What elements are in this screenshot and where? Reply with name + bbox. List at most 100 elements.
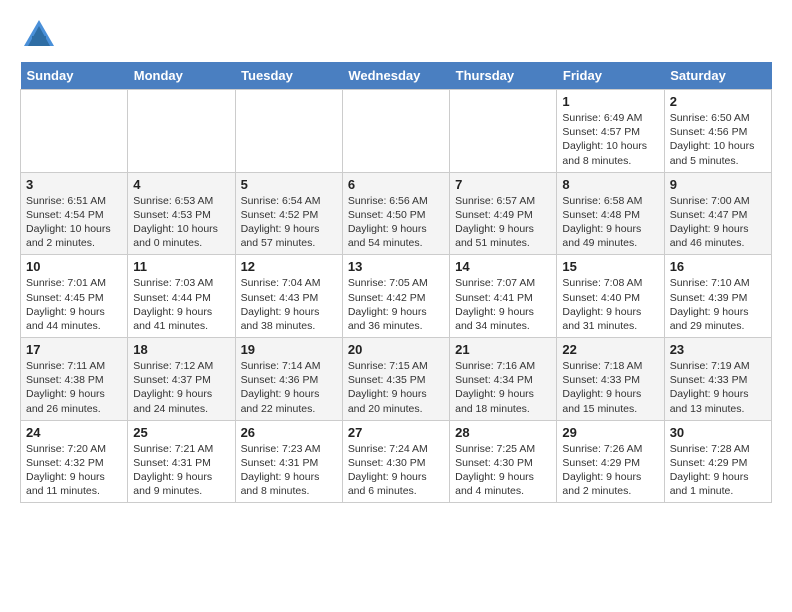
day-info: Sunrise: 6:49 AM Sunset: 4:57 PM Dayligh… — [562, 111, 658, 168]
day-number: 20 — [348, 342, 444, 357]
day-number: 10 — [26, 259, 122, 274]
logo — [20, 16, 62, 54]
col-header-monday: Monday — [128, 62, 235, 90]
calendar-cell: 10 Sunrise: 7:01 AM Sunset: 4:45 PM Dayli… — [21, 255, 128, 338]
col-header-friday: Friday — [557, 62, 664, 90]
calendar-cell: 18Sunrise: 7:12 AM Sunset: 4:37 PM Dayli… — [128, 338, 235, 421]
calendar-cell: 7 Sunrise: 6:57 AM Sunset: 4:49 PM Daylig… — [450, 172, 557, 255]
calendar-week-1: 1 Sunrise: 6:49 AM Sunset: 4:57 PM Daylig… — [21, 90, 772, 173]
day-number: 30 — [670, 425, 766, 440]
day-info: Sunrise: 6:50 AM Sunset: 4:56 PM Dayligh… — [670, 111, 766, 168]
day-number: 13 — [348, 259, 444, 274]
day-info: Sunrise: 7:12 AM Sunset: 4:37 PM Dayligh… — [133, 359, 229, 416]
calendar-cell: 20 Sunrise: 7:15 AM Sunset: 4:35 PM Dayli… — [342, 338, 449, 421]
day-number: 24 — [26, 425, 122, 440]
calendar-cell — [235, 90, 342, 173]
calendar-cell: 30 Sunrise: 7:28 AM Sunset: 4:29 PM Dayli… — [664, 420, 771, 503]
day-number: 15 — [562, 259, 658, 274]
day-info: Sunrise: 7:07 AM Sunset: 4:41 PM Dayligh… — [455, 276, 551, 333]
day-info: Sunrise: 6:51 AM Sunset: 4:54 PM Dayligh… — [26, 194, 122, 251]
day-number: 22 — [562, 342, 658, 357]
day-number: 6 — [348, 177, 444, 192]
day-number: 4 — [133, 177, 229, 192]
day-number: 29 — [562, 425, 658, 440]
calendar-cell: 27 Sunrise: 7:24 AM Sunset: 4:30 PM Dayli… — [342, 420, 449, 503]
calendar-cell: 14 Sunrise: 7:07 AM Sunset: 4:41 PM Dayli… — [450, 255, 557, 338]
calendar-cell: 17 Sunrise: 7:11 AM Sunset: 4:38 PM Dayli… — [21, 338, 128, 421]
page-header — [20, 16, 772, 54]
day-number: 8 — [562, 177, 658, 192]
day-number: 28 — [455, 425, 551, 440]
calendar-week-5: 24 Sunrise: 7:20 AM Sunset: 4:32 PM Dayli… — [21, 420, 772, 503]
col-header-thursday: Thursday — [450, 62, 557, 90]
day-info: Sunrise: 7:26 AM Sunset: 4:29 PM Dayligh… — [562, 442, 658, 499]
day-info: Sunrise: 7:00 AM Sunset: 4:47 PM Dayligh… — [670, 194, 766, 251]
day-info: Sunrise: 7:20 AM Sunset: 4:32 PM Dayligh… — [26, 442, 122, 499]
col-header-saturday: Saturday — [664, 62, 771, 90]
day-number: 1 — [562, 94, 658, 109]
day-number: 25 — [133, 425, 229, 440]
calendar-cell: 1 Sunrise: 6:49 AM Sunset: 4:57 PM Daylig… — [557, 90, 664, 173]
calendar-header-row: SundayMondayTuesdayWednesdayThursdayFrid… — [21, 62, 772, 90]
day-number: 7 — [455, 177, 551, 192]
calendar-week-2: 3Sunrise: 6:51 AM Sunset: 4:54 PM Daylig… — [21, 172, 772, 255]
day-info: Sunrise: 7:28 AM Sunset: 4:29 PM Dayligh… — [670, 442, 766, 499]
day-info: Sunrise: 7:18 AM Sunset: 4:33 PM Dayligh… — [562, 359, 658, 416]
day-number: 12 — [241, 259, 337, 274]
day-info: Sunrise: 7:16 AM Sunset: 4:34 PM Dayligh… — [455, 359, 551, 416]
calendar-cell — [21, 90, 128, 173]
calendar-cell: 28Sunrise: 7:25 AM Sunset: 4:30 PM Dayli… — [450, 420, 557, 503]
col-header-wednesday: Wednesday — [342, 62, 449, 90]
day-info: Sunrise: 7:03 AM Sunset: 4:44 PM Dayligh… — [133, 276, 229, 333]
day-info: Sunrise: 7:14 AM Sunset: 4:36 PM Dayligh… — [241, 359, 337, 416]
day-number: 5 — [241, 177, 337, 192]
day-info: Sunrise: 7:01 AM Sunset: 4:45 PM Dayligh… — [26, 276, 122, 333]
day-info: Sunrise: 7:23 AM Sunset: 4:31 PM Dayligh… — [241, 442, 337, 499]
col-header-sunday: Sunday — [21, 62, 128, 90]
calendar-cell: 19 Sunrise: 7:14 AM Sunset: 4:36 PM Dayli… — [235, 338, 342, 421]
calendar-cell: 6 Sunrise: 6:56 AM Sunset: 4:50 PM Daylig… — [342, 172, 449, 255]
calendar-cell: 23 Sunrise: 7:19 AM Sunset: 4:33 PM Dayli… — [664, 338, 771, 421]
day-info: Sunrise: 6:56 AM Sunset: 4:50 PM Dayligh… — [348, 194, 444, 251]
calendar-cell: 25 Sunrise: 7:21 AM Sunset: 4:31 PM Dayli… — [128, 420, 235, 503]
calendar-cell — [450, 90, 557, 173]
day-info: Sunrise: 7:15 AM Sunset: 4:35 PM Dayligh… — [348, 359, 444, 416]
calendar-cell: 3Sunrise: 6:51 AM Sunset: 4:54 PM Daylig… — [21, 172, 128, 255]
logo-icon — [20, 16, 58, 54]
day-number: 23 — [670, 342, 766, 357]
day-info: Sunrise: 7:10 AM Sunset: 4:39 PM Dayligh… — [670, 276, 766, 333]
calendar-cell: 16 Sunrise: 7:10 AM Sunset: 4:39 PM Dayli… — [664, 255, 771, 338]
calendar-cell: 8 Sunrise: 6:58 AM Sunset: 4:48 PM Daylig… — [557, 172, 664, 255]
day-info: Sunrise: 7:05 AM Sunset: 4:42 PM Dayligh… — [348, 276, 444, 333]
day-number: 2 — [670, 94, 766, 109]
day-info: Sunrise: 7:11 AM Sunset: 4:38 PM Dayligh… — [26, 359, 122, 416]
calendar-cell: 22 Sunrise: 7:18 AM Sunset: 4:33 PM Dayli… — [557, 338, 664, 421]
calendar-cell: 26 Sunrise: 7:23 AM Sunset: 4:31 PM Dayli… — [235, 420, 342, 503]
day-number: 9 — [670, 177, 766, 192]
calendar-cell: 21Sunrise: 7:16 AM Sunset: 4:34 PM Dayli… — [450, 338, 557, 421]
calendar-cell — [128, 90, 235, 173]
day-info: Sunrise: 6:57 AM Sunset: 4:49 PM Dayligh… — [455, 194, 551, 251]
day-info: Sunrise: 7:19 AM Sunset: 4:33 PM Dayligh… — [670, 359, 766, 416]
day-number: 27 — [348, 425, 444, 440]
day-info: Sunrise: 7:21 AM Sunset: 4:31 PM Dayligh… — [133, 442, 229, 499]
day-info: Sunrise: 6:58 AM Sunset: 4:48 PM Dayligh… — [562, 194, 658, 251]
col-header-tuesday: Tuesday — [235, 62, 342, 90]
calendar-cell: 4Sunrise: 6:53 AM Sunset: 4:53 PM Daylig… — [128, 172, 235, 255]
day-number: 16 — [670, 259, 766, 274]
day-number: 19 — [241, 342, 337, 357]
day-number: 11 — [133, 259, 229, 274]
calendar-cell: 13 Sunrise: 7:05 AM Sunset: 4:42 PM Dayli… — [342, 255, 449, 338]
calendar-cell: 5Sunrise: 6:54 AM Sunset: 4:52 PM Daylig… — [235, 172, 342, 255]
day-number: 14 — [455, 259, 551, 274]
day-number: 17 — [26, 342, 122, 357]
calendar-week-4: 17 Sunrise: 7:11 AM Sunset: 4:38 PM Dayli… — [21, 338, 772, 421]
calendar-cell: 29 Sunrise: 7:26 AM Sunset: 4:29 PM Dayli… — [557, 420, 664, 503]
calendar-cell: 24 Sunrise: 7:20 AM Sunset: 4:32 PM Dayli… — [21, 420, 128, 503]
day-number: 26 — [241, 425, 337, 440]
calendar-cell: 15Sunrise: 7:08 AM Sunset: 4:40 PM Dayli… — [557, 255, 664, 338]
day-info: Sunrise: 7:04 AM Sunset: 4:43 PM Dayligh… — [241, 276, 337, 333]
calendar-cell: 12 Sunrise: 7:04 AM Sunset: 4:43 PM Dayli… — [235, 255, 342, 338]
day-info: Sunrise: 7:24 AM Sunset: 4:30 PM Dayligh… — [348, 442, 444, 499]
calendar-cell — [342, 90, 449, 173]
